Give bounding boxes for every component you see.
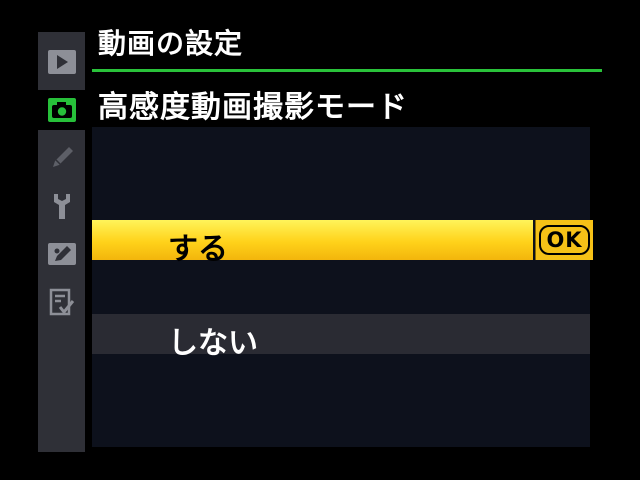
page-title: 高感度動画撮影モード (98, 90, 408, 125)
menu-sidebar (38, 32, 85, 452)
option-label: しない (168, 326, 258, 361)
camera-icon (47, 98, 76, 122)
my-menu-icon (49, 288, 74, 316)
sidebar-item-setup[interactable] (38, 186, 85, 226)
sidebar-item-retouch[interactable] (38, 234, 85, 274)
option-label: する (168, 232, 228, 267)
option-on[interactable]: する (92, 220, 533, 267)
ok-button[interactable]: OK (535, 220, 593, 260)
title-divider (92, 69, 602, 72)
wrench-icon (53, 194, 70, 219)
options-panel (92, 127, 590, 447)
option-off[interactable]: しない (92, 314, 590, 361)
menu-title: 動画の設定 (98, 27, 244, 60)
sidebar-item-playback[interactable] (38, 42, 85, 82)
ok-label: OK (539, 225, 590, 255)
sidebar-item-shooting[interactable] (38, 90, 85, 130)
sidebar-item-my-menu[interactable] (38, 282, 85, 322)
playback-icon (47, 50, 76, 74)
retouch-icon (47, 243, 76, 265)
pencil-icon (52, 147, 73, 167)
sidebar-item-custom[interactable] (38, 138, 85, 178)
